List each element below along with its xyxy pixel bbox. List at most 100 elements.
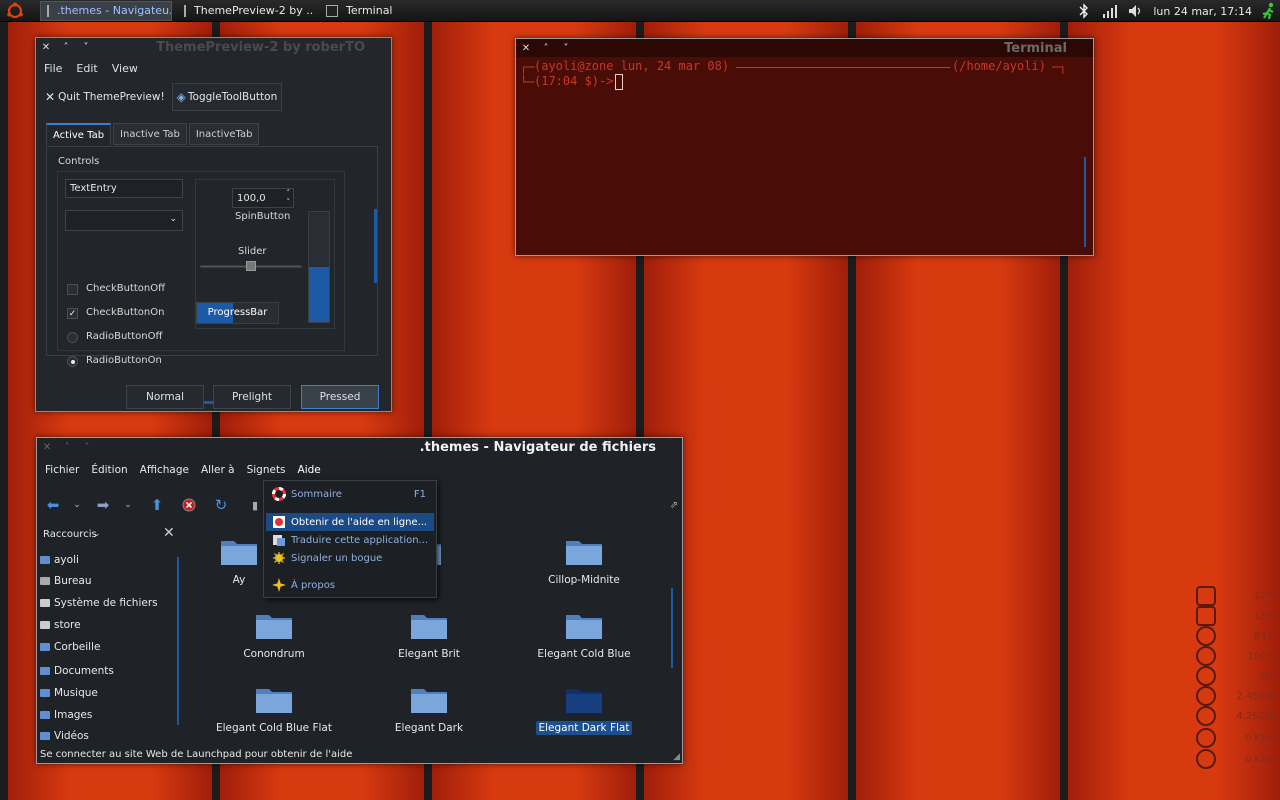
reload-icon[interactable]: ↻ bbox=[212, 496, 230, 514]
menu-item-aide-en-ligne[interactable]: Obtenir de l'aide en ligne... bbox=[266, 513, 434, 531]
prelight-button[interactable]: Prelight bbox=[213, 385, 291, 409]
file-view-scrollbar[interactable] bbox=[671, 588, 673, 668]
sidebar-item-bureau[interactable]: Bureau bbox=[40, 575, 92, 587]
radio-off[interactable] bbox=[67, 332, 78, 343]
menu-view[interactable]: View bbox=[112, 62, 138, 80]
close-icon[interactable]: ✕ bbox=[36, 42, 56, 53]
chevron-down-icon[interactable]: ⌄ bbox=[68, 496, 86, 514]
file-item-selected[interactable]: Elegant Dark Flat bbox=[514, 683, 654, 735]
close-icon[interactable]: ✕ bbox=[516, 43, 536, 54]
tab-inactive-1[interactable]: Inactive Tab bbox=[113, 123, 187, 145]
menu-item-label: Signaler un bogue bbox=[291, 552, 383, 564]
sidebar-scrollbar[interactable] bbox=[177, 557, 179, 725]
menu-affichage[interactable]: Affichage bbox=[140, 464, 189, 482]
close-icon[interactable]: ✕ bbox=[37, 442, 57, 453]
toolbar: ✕ Quit ThemePreview! ◈ ToggleToolButton bbox=[36, 80, 391, 114]
maximize-icon[interactable]: ˄ bbox=[57, 442, 77, 453]
sidebar-item-documents[interactable]: Documents bbox=[40, 665, 114, 677]
menu-item-a-propos[interactable]: À propos bbox=[266, 576, 434, 594]
cpu-icon bbox=[1196, 606, 1216, 626]
radio-on[interactable] bbox=[67, 356, 78, 367]
normal-button[interactable]: Normal bbox=[126, 385, 204, 409]
checkbox-on[interactable]: ✓ bbox=[67, 308, 78, 319]
window-title: .themes - Navigateur de fichiers bbox=[419, 440, 656, 455]
menu-aller-a[interactable]: Aller à bbox=[201, 464, 235, 482]
maximize-icon[interactable]: ˄ bbox=[56, 42, 76, 53]
terminal-scrollbar[interactable] bbox=[1084, 157, 1086, 247]
home-icon[interactable]: ▮ bbox=[251, 496, 259, 514]
ubuntu-menu-icon[interactable] bbox=[4, 0, 26, 22]
monitor-row: 0 Kb/s bbox=[1196, 749, 1280, 769]
quit-icon[interactable] bbox=[1260, 2, 1278, 20]
up-icon[interactable]: ⬆ bbox=[148, 496, 166, 514]
forward-icon[interactable]: ➡ bbox=[94, 496, 112, 514]
file-item[interactable]: Ay bbox=[217, 535, 261, 587]
file-item[interactable]: Conondrum bbox=[204, 609, 344, 661]
taskbar-item-theme-preview[interactable]: ThemePreview-2 by ... bbox=[178, 1, 314, 21]
sidebar-item-filesystem[interactable]: Système de fichiers bbox=[40, 597, 158, 609]
clock[interactable]: lun 24 mar, 17:14 bbox=[1153, 5, 1252, 18]
text-entry[interactable]: TextEntry bbox=[65, 179, 183, 198]
taskbar-item-terminal[interactable]: Terminal bbox=[320, 1, 400, 21]
folder-icon bbox=[566, 689, 602, 713]
minimize-icon[interactable]: ˅ bbox=[556, 43, 576, 54]
sidebar-item-musique[interactable]: Musique bbox=[40, 687, 98, 699]
file-item[interactable]: Elegant Dark bbox=[359, 683, 499, 735]
sidebar-item-images[interactable]: Images bbox=[40, 709, 92, 721]
edit-path-icon[interactable]: ⇗ bbox=[665, 496, 683, 514]
gauge-icon bbox=[1196, 626, 1216, 646]
menu-edition[interactable]: Édition bbox=[91, 464, 127, 482]
minimize-icon[interactable]: ˅ bbox=[76, 42, 96, 53]
star-icon bbox=[272, 578, 286, 592]
folder-icon bbox=[256, 615, 292, 639]
spin-button[interactable]: 100,0 ˄ ˅ bbox=[232, 188, 294, 208]
prompt-corner: ┌─ bbox=[520, 60, 535, 74]
minimize-icon[interactable]: ˅ bbox=[77, 442, 97, 453]
sidebar-item-corbeille[interactable]: Corbeille bbox=[40, 641, 100, 653]
chevron-down-icon[interactable]: ⌄ bbox=[93, 529, 101, 539]
menu-item-label: Traduire cette application... bbox=[291, 534, 429, 546]
tab-inactive-2[interactable]: InactiveTab bbox=[188, 123, 260, 145]
theme-preview-window: ✕ ˄ ˅ ThemePreview-2 by roberTO File Edi… bbox=[35, 37, 392, 412]
pressed-button[interactable]: Pressed bbox=[301, 385, 379, 409]
toggle-tool-button[interactable]: ◈ ToggleToolButton bbox=[171, 83, 283, 111]
file-item[interactable]: Elegant Brit bbox=[359, 609, 499, 661]
sidebar-header[interactable]: Raccourcis bbox=[43, 529, 97, 540]
close-sidebar-icon[interactable]: ✕ bbox=[163, 525, 175, 541]
file-item[interactable]: Elegant Cold Blue Flat bbox=[204, 683, 344, 735]
menu-edit[interactable]: Edit bbox=[76, 62, 97, 80]
menu-fichier[interactable]: Fichier bbox=[45, 464, 79, 482]
chevron-down-icon[interactable]: ⌄ bbox=[119, 496, 137, 514]
radio-dot bbox=[70, 359, 75, 364]
file-item[interactable]: Cillop-Midnite bbox=[514, 535, 654, 587]
back-icon[interactable]: ⬅ bbox=[44, 496, 62, 514]
menu-item-label: À propos bbox=[291, 579, 336, 591]
volume-icon[interactable] bbox=[1127, 2, 1145, 20]
monitor-row: 5% bbox=[1196, 666, 1280, 686]
vertical-scrollbar[interactable] bbox=[374, 209, 377, 283]
network-signal-icon[interactable] bbox=[1101, 2, 1119, 20]
menu-item-sommaire[interactable]: Sommaire F1 bbox=[266, 485, 434, 503]
file-item[interactable]: Elegant Cold Blue bbox=[514, 609, 654, 661]
quit-button[interactable]: ✕ Quit ThemePreview! bbox=[40, 83, 170, 111]
checkbox-off[interactable] bbox=[67, 284, 78, 295]
checkbox-on-label: CheckButtonOn bbox=[86, 307, 165, 318]
bluetooth-icon[interactable] bbox=[1075, 2, 1093, 20]
taskbar-item-file-manager[interactable]: .themes - Navigateu... bbox=[40, 0, 172, 21]
menu-file[interactable]: File bbox=[44, 62, 62, 80]
status-bar: Se connecter au site Web de Launchpad po… bbox=[40, 749, 353, 760]
sidebar-item-ayoli[interactable]: ayoli bbox=[40, 554, 79, 566]
tab-active[interactable]: Active Tab bbox=[46, 123, 112, 145]
resize-grip-icon[interactable]: ◢ bbox=[673, 752, 680, 762]
stop-icon[interactable] bbox=[180, 496, 198, 514]
sidebar-item-videos[interactable]: Vidéos bbox=[40, 730, 89, 742]
sidebar-item-store[interactable]: store bbox=[40, 619, 81, 631]
folder-icon bbox=[47, 4, 49, 17]
trash-icon bbox=[40, 643, 50, 651]
combo-box[interactable]: ⌄ bbox=[65, 210, 183, 231]
slider-handle[interactable] bbox=[246, 261, 256, 271]
menu-item-traduire[interactable]: Traduire cette application... bbox=[266, 531, 434, 549]
terminal-content[interactable]: ┌─ (ayoli@zone lun, 24 mar 08) (/home/ay… bbox=[516, 57, 1093, 255]
menu-item-signaler-bogue[interactable]: Signaler un bogue bbox=[266, 549, 434, 567]
maximize-icon[interactable]: ˄ bbox=[536, 43, 556, 54]
